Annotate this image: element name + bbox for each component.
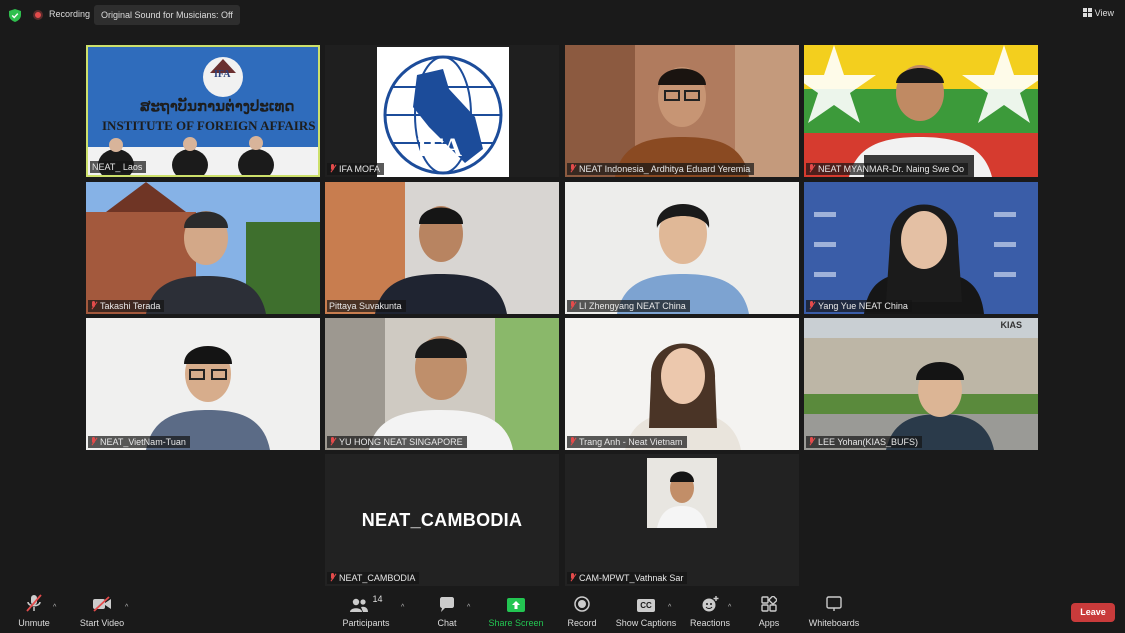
recording-indicator-icon (33, 10, 43, 20)
video-off-icon (93, 596, 111, 612)
video-tile-lee-yohan[interactable]: KIAS LEE Yohan(KIAS_BUFS) (804, 318, 1038, 450)
video-tile-vathnak-sar[interactable]: CAM-MPWT_Vathnak Sar (565, 454, 799, 586)
chat-options-chevron-icon[interactable]: ^ (467, 604, 470, 611)
apps-icon (761, 596, 777, 612)
closed-captions-icon: CC (637, 599, 655, 612)
video-tile-takashi-terada[interactable]: Takashi Terada (86, 182, 320, 314)
unmute-button[interactable]: Unmute (16, 590, 52, 633)
captions-options-chevron-icon[interactable]: ^ (668, 604, 671, 611)
ifa-logo-text: IFA (417, 133, 463, 162)
video-tile-neat-laos[interactable]: IFA ສະຖາບັນການຕ່າງປະເທດ INSTITUTE OF FOR… (86, 45, 320, 177)
profile-picture (647, 458, 717, 528)
video-options-chevron-icon[interactable]: ^ (125, 604, 128, 611)
institute-sign-lao: ສະຖາບັນການຕ່າງປະເທດ (140, 98, 295, 115)
video-tile-neat-cambodia[interactable]: NEAT_CAMBODIA NEAT_CAMBODIA (325, 454, 559, 586)
chat-button[interactable]: Chat (433, 590, 461, 633)
muted-microphone-icon (26, 594, 42, 612)
muted-mic-icon (569, 301, 576, 310)
participant-video (325, 182, 559, 314)
participant-video (86, 182, 320, 314)
participant-name-tag: Trang Anh - Neat Vietnam (567, 436, 687, 448)
start-video-button[interactable]: Start Video (78, 590, 126, 633)
participant-name-tag: NEAT Indonesia_ Ardhitya Eduard Yeremia (567, 163, 755, 175)
participant-name-tag: IFA MOFA (327, 163, 385, 175)
record-icon (574, 596, 590, 612)
participants-count: 14 (372, 594, 383, 604)
video-tile-ifa-mofa[interactable]: IFA IFA MOFA (325, 45, 559, 177)
video-tile-neat-vietnam-tuan[interactable]: NEAT_VietNam-Tuan (86, 318, 320, 450)
camera-off-name: NEAT_CAMBODIA (361, 510, 523, 530)
participant-name-tag: CAM-MPWT_Vathnak Sar (567, 572, 688, 584)
share-screen-icon (507, 598, 525, 612)
video-tile-yang-yue[interactable]: Yang Yue NEAT China (804, 182, 1038, 314)
reactions-button[interactable]: Reactions (689, 590, 731, 633)
participant-name-tag: Yang Yue NEAT China (806, 300, 912, 312)
participants-icon (350, 598, 369, 612)
participant-video (325, 318, 559, 450)
participant-video (804, 318, 1038, 450)
video-tile-pittaya-suvakunta[interactable]: Pittaya Suvakunta (325, 182, 559, 314)
participant-video (565, 318, 799, 450)
participant-name-tag: NEAT_ Laos (90, 161, 147, 173)
participant-name-tag: Pittaya Suvakunta (327, 300, 406, 312)
kias-logo: KIAS (1000, 320, 1022, 330)
participant-name-tag: YU HONG NEAT SINGAPORE (327, 436, 467, 448)
security-shield-icon[interactable] (9, 9, 21, 22)
top-bar: Recording Original Sound for Musicians: … (0, 0, 1125, 30)
participant-name-tag: LI Zhengyang NEAT China (567, 300, 690, 312)
muted-mic-icon (90, 301, 97, 310)
video-tile-li-zhengyang[interactable]: LI Zhengyang NEAT China (565, 182, 799, 314)
muted-mic-icon (808, 301, 815, 310)
chat-bubble-icon (440, 597, 454, 612)
apps-button[interactable]: Apps (755, 590, 783, 633)
muted-mic-icon (569, 573, 576, 582)
muted-mic-icon (329, 437, 336, 446)
view-label: View (1094, 8, 1114, 18)
participant-name-tag: NEAT_VietNam-Tuan (88, 436, 190, 448)
muted-mic-icon (329, 164, 336, 173)
reactions-options-chevron-icon[interactable]: ^ (728, 604, 731, 611)
record-button[interactable]: Record (563, 590, 601, 633)
view-button[interactable]: View (1082, 8, 1114, 18)
video-tile-neat-myanmar[interactable]: NEAT MYANMAR-Dr. Naing Swe Oo (804, 45, 1038, 177)
video-tile-trang-anh[interactable]: Trang Anh - Neat Vietnam (565, 318, 799, 450)
participant-video (804, 182, 1038, 314)
muted-mic-icon (90, 437, 97, 446)
video-tile-yu-hong[interactable]: YU HONG NEAT SINGAPORE (325, 318, 559, 450)
meeting-toolbar: Unmute ^ Start Video ^ 14 Participants ^… (0, 590, 1125, 633)
participants-button[interactable]: 14 Participants (340, 590, 392, 633)
audio-options-chevron-icon[interactable]: ^ (53, 604, 56, 611)
grid-icon (1082, 8, 1092, 17)
show-captions-button[interactable]: CC Show Captions (615, 590, 677, 633)
reactions-smiley-icon (702, 596, 718, 612)
participant-name-tag: Takashi Terada (88, 300, 165, 312)
muted-mic-icon (569, 164, 576, 173)
participant-video (804, 45, 1038, 177)
sign-logo: IFA (214, 69, 231, 80)
whiteboard-icon (826, 596, 842, 611)
muted-mic-icon (808, 437, 815, 446)
participant-video (86, 318, 320, 450)
original-sound-button[interactable]: Original Sound for Musicians: Off (94, 5, 240, 25)
whiteboards-button[interactable]: Whiteboards (806, 590, 862, 633)
muted-mic-icon (329, 573, 336, 582)
participants-options-chevron-icon[interactable]: ^ (401, 604, 404, 611)
participant-name-tag: NEAT MYANMAR-Dr. Naing Swe Oo (806, 163, 969, 175)
recording-label: Recording (49, 9, 91, 19)
video-tile-neat-indonesia[interactable]: NEAT Indonesia_ Ardhitya Eduard Yeremia (565, 45, 799, 177)
muted-mic-icon (569, 437, 576, 446)
muted-mic-icon (808, 164, 815, 173)
participant-video (565, 182, 799, 314)
participant-name-tag: LEE Yohan(KIAS_BUFS) (806, 436, 923, 448)
share-screen-button[interactable]: Share Screen (487, 590, 545, 633)
participant-name-tag: NEAT_CAMBODIA (327, 572, 420, 584)
leave-button[interactable]: Leave (1071, 603, 1115, 622)
participant-video (565, 45, 799, 177)
institute-sign-english: INSTITUTE OF FOREIGN AFFAIRS (102, 118, 316, 133)
